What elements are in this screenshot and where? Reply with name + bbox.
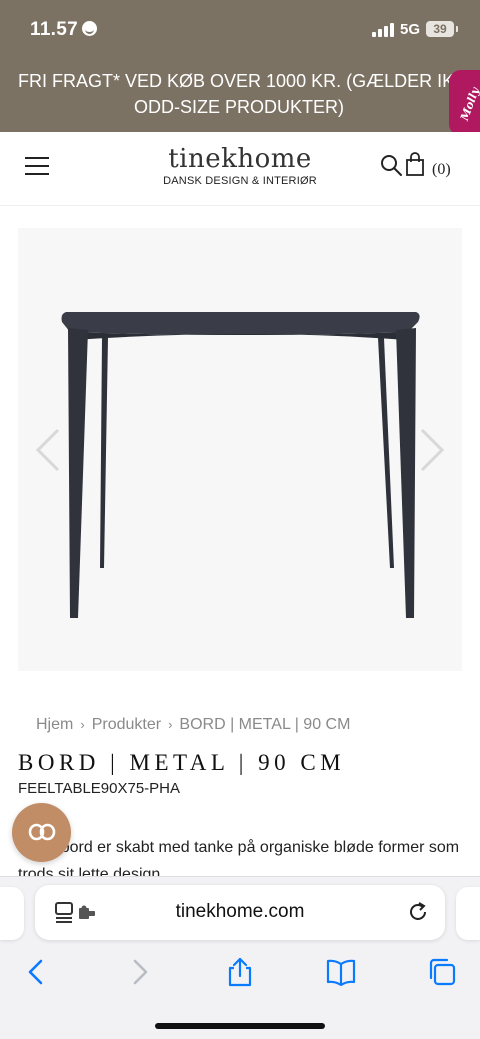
chevron-left-icon[interactable] (32, 426, 64, 474)
signal-icon (372, 23, 394, 37)
menu-icon[interactable] (25, 157, 49, 175)
bookmarks-icon[interactable] (326, 957, 356, 987)
status-bar: 11.57 5G 39 (0, 0, 480, 62)
molly-label: Molly (458, 85, 480, 123)
next-tab-preview[interactable] (456, 887, 480, 940)
url-text: tinekhome.com (175, 901, 305, 922)
product-title: BORD | METAL | 90 CM (18, 750, 346, 775)
molly-tab[interactable]: Molly (449, 70, 480, 136)
logo-tagline: DANSK DESIGN & INTERIØR (163, 175, 317, 187)
battery-icon: 39 (426, 21, 458, 37)
promo-line-1: FRI FRAGT* VED KØB OVER 1000 KR. (GÆLDER… (18, 71, 479, 91)
logo-wordmark: tinekhome (168, 144, 312, 174)
battery-level: 39 (433, 22, 447, 36)
back-icon[interactable] (22, 957, 52, 987)
product-sku: FEELTABLE90X75-PHA (18, 780, 181, 797)
breadcrumb-separator-icon: › (80, 717, 85, 732)
network-label: 5G (400, 21, 421, 38)
breadcrumb-products[interactable]: Produkter (92, 716, 161, 733)
address-bar[interactable]: tinekhome.com (35, 885, 445, 940)
cart-count[interactable]: (0) (432, 161, 451, 179)
product-description: Dette bord er skabt med tanke på organis… (18, 839, 460, 876)
reload-icon[interactable] (407, 901, 429, 923)
table-image (61, 312, 420, 618)
chevron-right-icon[interactable] (416, 426, 448, 474)
site-logo[interactable]: tinekhome DANSK DESIGN & INTERIØR (160, 144, 320, 187)
browser-toolbar: tinekhome.com (0, 876, 480, 1039)
breadcrumb-home[interactable]: Hjem (36, 716, 73, 733)
share-icon[interactable] (225, 957, 255, 987)
forward-icon[interactable] (124, 957, 154, 987)
promo-banner: FRI FRAGT* VED KØB OVER 1000 KR. (GÆLDER… (0, 62, 480, 132)
tabs-icon[interactable] (427, 957, 457, 987)
time-label: 11.57 (30, 19, 78, 40)
chat-icon (28, 823, 56, 841)
search-icon[interactable] (380, 154, 402, 176)
breadcrumb-separator-icon: › (168, 717, 173, 732)
focus-icon (82, 21, 97, 36)
product-gallery[interactable] (18, 228, 462, 671)
status-time: 11.57 (30, 19, 97, 41)
home-indicator[interactable] (155, 1023, 325, 1029)
breadcrumb-current: BORD | METAL | 90 CM (179, 716, 351, 733)
previous-tab-preview[interactable] (0, 887, 24, 940)
promo-line-2: ODD-SIZE PRODUKTER) (133, 97, 344, 117)
chat-button[interactable] (12, 803, 71, 862)
breadcrumb: Hjem › Produkter › BORD | METAL | 90 CM (36, 716, 350, 734)
site-header: tinekhome DANSK DESIGN & INTERIØR (0) (0, 132, 480, 206)
shopping-bag-icon[interactable] (405, 152, 425, 176)
